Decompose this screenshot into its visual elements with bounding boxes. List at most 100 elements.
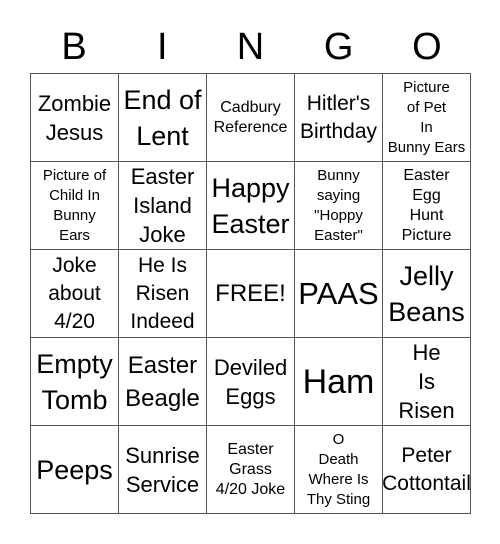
bingo-cell-line: O [332, 430, 345, 448]
header-letter-g: G [323, 26, 354, 68]
bingo-cell-line: End of [123, 84, 202, 115]
bingo-cell-line: Peter [401, 443, 452, 467]
bingo-cell-line: Risen [135, 281, 190, 305]
bingo-cell-label: Picture of Pet In Bunny Ears [388, 78, 466, 158]
header-letter-b: B [61, 26, 87, 68]
bingo-cell-line: Easter [127, 351, 198, 379]
bingo-cell-line: Indeed [130, 309, 195, 333]
bingo-cell-line: Bunny Ears [387, 138, 466, 156]
bingo-cell[interactable]: Easter Grass 4/20 Joke [207, 426, 295, 514]
bingo-cell-label: Jelly Beans [388, 258, 465, 330]
bingo-cell-label: Peeps [36, 452, 113, 488]
bingo-cell-line: Easter [211, 208, 290, 239]
bingo-cell-line: Picture of [42, 166, 107, 184]
bingo-cell-label: Easter Grass 4/20 Joke [216, 440, 285, 500]
bingo-cell-line: Easter [130, 164, 195, 189]
bingo-cell-label: Hitler's Birthday [300, 90, 377, 146]
bingo-cell-line: Ham [302, 362, 375, 401]
bingo-cell-line: Death [318, 450, 359, 468]
bingo-cell[interactable]: Zombie Jesus [31, 74, 119, 162]
bingo-cell-line: Easter [227, 440, 274, 458]
bingo-cell[interactable]: Picture of Child In Bunny Ears [31, 162, 119, 250]
bingo-cell-line: Joke [52, 253, 97, 277]
bingo-cell-line: Child In [49, 186, 100, 204]
bingo-cell-label: Joke about 4/20 [48, 252, 101, 336]
bingo-cell-label: Bunny saying "Hoppy Easter" [314, 166, 363, 246]
bingo-cell[interactable]: Sunrise Service [119, 426, 207, 514]
bingo-cell-line: 4/20 [54, 309, 95, 333]
bingo-header: B I N G O [30, 22, 471, 72]
bingo-cell-line: Zombie [37, 90, 112, 116]
bingo-cell-line: Thy Sting [306, 490, 371, 508]
bingo-cell[interactable]: Easter Beagle [119, 338, 207, 426]
bingo-cell[interactable]: Empty Tomb [31, 338, 119, 426]
bingo-cell-line: Tomb [41, 384, 108, 415]
bingo-cell-line: Deviled [213, 354, 288, 380]
bingo-cell-line: Picture [403, 78, 450, 96]
bingo-cell-line: Sunrise [125, 442, 200, 468]
bingo-cell[interactable]: O Death Where Is Thy Sting [295, 426, 383, 514]
bingo-cell-line: Joke [139, 222, 186, 247]
bingo-cell[interactable]: PAAS [295, 250, 383, 338]
bingo-cell-line: He [412, 340, 441, 365]
bingo-cell-label: Picture of Child In Bunny Ears [43, 166, 106, 246]
bingo-cell[interactable]: Happy Easter [207, 162, 295, 250]
bingo-cell-line: Risen [398, 398, 455, 423]
bingo-cell-line: PAAS [298, 275, 379, 311]
bingo-cell[interactable]: Deviled Eggs [207, 338, 295, 426]
bingo-cell-line: Jelly [399, 260, 454, 291]
bingo-cell-label: Cadbury Reference [214, 98, 288, 138]
bingo-cell-line: about [48, 281, 101, 305]
bingo-cell[interactable]: Cadbury Reference [207, 74, 295, 162]
bingo-cell-line: Is [417, 369, 436, 394]
header-letter-o: O [412, 26, 442, 68]
bingo-cell[interactable]: Jelly Beans [383, 250, 471, 338]
bingo-cell-label: He Is Risen [398, 338, 454, 425]
bingo-cell[interactable]: Easter Island Joke [119, 162, 207, 250]
bingo-cell[interactable]: Joke about 4/20 [31, 250, 119, 338]
bingo-card-grid: Zombie Jesus End of Lent Cadbury Reference Hit… [30, 73, 471, 514]
bingo-cell[interactable]: Peeps [31, 426, 119, 514]
bingo-cell-line: Beans [388, 296, 465, 327]
bingo-cell[interactable]: Bunny saying "Hoppy Easter" [295, 162, 383, 250]
bingo-cell-label: Deviled Eggs [214, 353, 287, 411]
bingo-cell-line: Easter [403, 166, 450, 184]
bingo-cell-label: Peter Cottontail [383, 442, 470, 498]
bingo-cell-line: "Hoppy [314, 206, 363, 224]
bingo-cell-line: Cadbury [220, 98, 281, 116]
bingo-cell-line: Bunny [53, 206, 96, 224]
bingo-cell-label: Easter Beagle [125, 349, 200, 415]
bingo-cell-label: Empty Tomb [36, 346, 113, 418]
free-space-cell[interactable]: FREE! [207, 250, 295, 338]
bingo-cell[interactable]: Hitler's Birthday [295, 74, 383, 162]
bingo-cell-line: Hitler's [306, 91, 371, 115]
bingo-cell-line: Jesus [45, 119, 104, 145]
bingo-cell[interactable]: Peter Cottontail [383, 426, 471, 514]
bingo-cell-label: End of Lent [123, 82, 201, 154]
bingo-cell[interactable]: He Is Risen [383, 338, 471, 426]
bingo-cell-label: Easter Egg Hunt Picture [402, 166, 452, 246]
bingo-cell[interactable]: End of Lent [119, 74, 207, 162]
bingo-cell-line: Picture [401, 226, 452, 244]
bingo-cell-line: Empty [36, 348, 113, 379]
bingo-cell-line: Lent [136, 120, 189, 151]
bingo-cell-line: Peeps [36, 454, 113, 485]
bingo-cell-line: Hunt [409, 206, 444, 224]
bingo-cell-label: Ham [303, 363, 375, 401]
bingo-cell-line: of Pet [406, 98, 447, 116]
bingo-cell-line: Eggs [225, 383, 276, 409]
bingo-cell-line: He Is [137, 253, 187, 277]
bingo-cell-line: In [420, 118, 433, 136]
bingo-cell-line: Egg [412, 186, 441, 204]
bingo-cell[interactable]: Ham [295, 338, 383, 426]
bingo-cell-line: Birthday [299, 119, 378, 143]
bingo-cell-label: Easter Island Joke [131, 162, 195, 249]
bingo-cell[interactable]: Picture of Pet In Bunny Ears [383, 74, 471, 162]
bingo-cell-line: Beagle [125, 384, 200, 412]
bingo-cell-line: Where Is [308, 470, 369, 488]
bingo-cell[interactable]: Easter Egg Hunt Picture [383, 162, 471, 250]
bingo-cell[interactable]: He Is Risen Indeed [119, 250, 207, 338]
bingo-cell-label: O Death Where Is Thy Sting [307, 430, 370, 510]
bingo-cell-label: PAAS [298, 276, 378, 312]
header-letter-i: I [157, 26, 168, 68]
